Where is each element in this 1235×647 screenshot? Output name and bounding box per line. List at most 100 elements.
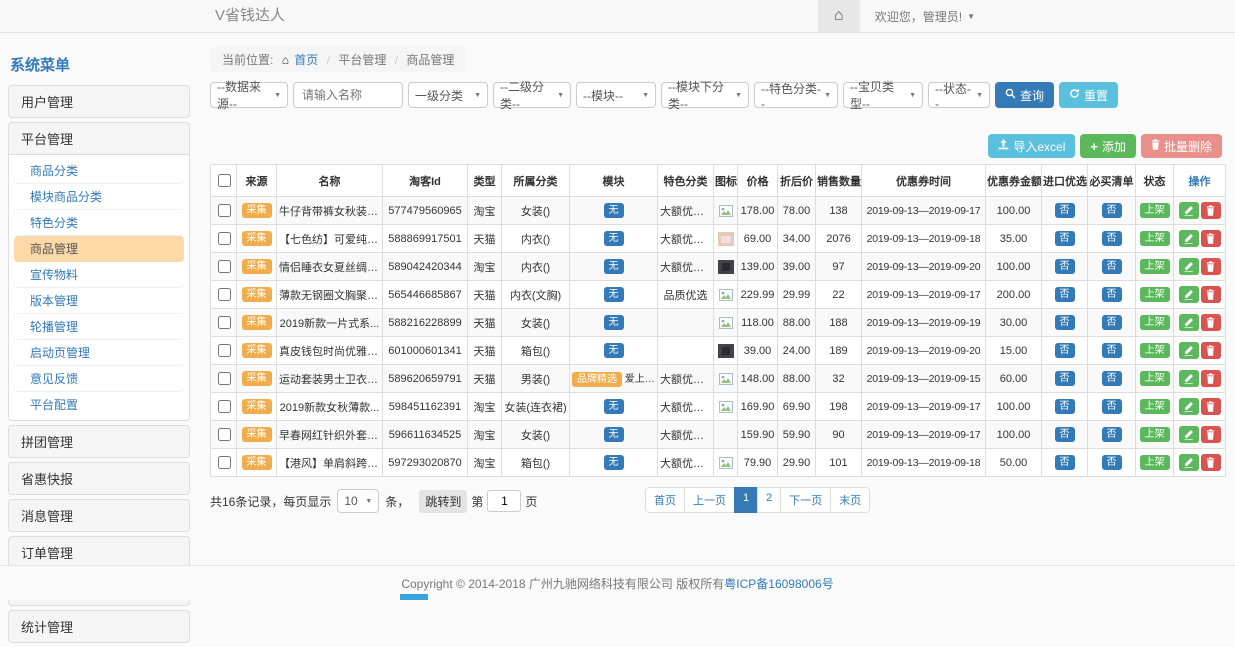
must-buy-badge[interactable]: 否 (1102, 455, 1122, 471)
reset-button[interactable]: 重置 (1059, 82, 1118, 108)
per-page-select[interactable]: 10▼ (337, 489, 379, 513)
delete-button[interactable] (1201, 398, 1221, 415)
must-buy-badge[interactable]: 否 (1102, 231, 1122, 247)
row-checkbox[interactable] (218, 428, 231, 441)
import-select-badge[interactable]: 否 (1055, 343, 1075, 359)
import-select-badge[interactable]: 否 (1055, 399, 1075, 415)
sidebar-group-stats-mgmt[interactable]: 统计管理 (8, 610, 190, 643)
row-checkbox[interactable] (218, 456, 231, 469)
sidebar-item-goods-mgmt[interactable]: 商品管理 (14, 236, 184, 262)
must-buy-badge[interactable]: 否 (1102, 399, 1122, 415)
edit-button[interactable] (1179, 286, 1199, 303)
filter-item-type-select[interactable]: --宝贝类型--▼ (843, 82, 923, 108)
pager-next[interactable]: 下一页 (780, 487, 831, 513)
status-badge[interactable]: 上架 (1140, 231, 1170, 247)
must-buy-badge[interactable]: 否 (1102, 315, 1122, 331)
sidebar-item-carousel-mgmt[interactable]: 轮播管理 (14, 314, 184, 340)
delete-button[interactable] (1201, 202, 1221, 219)
must-buy-badge[interactable]: 否 (1102, 427, 1122, 443)
sidebar-item-platform-config[interactable]: 平台配置 (14, 392, 184, 417)
row-checkbox[interactable] (218, 400, 231, 413)
must-buy-badge[interactable]: 否 (1102, 343, 1122, 359)
status-badge[interactable]: 上架 (1140, 427, 1170, 443)
import-select-badge[interactable]: 否 (1055, 455, 1075, 471)
must-buy-badge[interactable]: 否 (1102, 259, 1122, 275)
sidebar-item-module-goods-category[interactable]: 模块商品分类 (14, 184, 184, 210)
pager-page-1[interactable]: 1 (734, 487, 758, 513)
status-badge[interactable]: 上架 (1140, 343, 1170, 359)
must-buy-badge[interactable]: 否 (1102, 203, 1122, 219)
row-checkbox[interactable] (218, 232, 231, 245)
edit-button[interactable] (1179, 314, 1199, 331)
import-select-badge[interactable]: 否 (1055, 259, 1075, 275)
import-select-badge[interactable]: 否 (1055, 231, 1075, 247)
import-excel-button[interactable]: 导入excel (988, 134, 1075, 158)
row-checkbox[interactable] (218, 204, 231, 217)
must-buy-badge[interactable]: 否 (1102, 287, 1122, 303)
pager-page-2[interactable]: 2 (757, 487, 781, 513)
must-buy-badge[interactable]: 否 (1102, 371, 1122, 387)
status-badge[interactable]: 上架 (1140, 315, 1170, 331)
row-checkbox[interactable] (218, 316, 231, 329)
sidebar-group-savings-news[interactable]: 省惠快报 (8, 462, 190, 495)
delete-button[interactable] (1201, 342, 1221, 359)
import-select-badge[interactable]: 否 (1055, 427, 1075, 443)
jump-page-input[interactable] (487, 490, 521, 512)
filter-name-input[interactable] (293, 82, 403, 108)
sidebar-group-groupbuy-mgmt[interactable]: 拼团管理 (8, 425, 190, 458)
sidebar-group-user-mgmt[interactable]: 用户管理 (8, 85, 190, 118)
filter-feature-select[interactable]: --特色分类--▼ (754, 82, 838, 108)
delete-button[interactable] (1201, 230, 1221, 247)
delete-button[interactable] (1201, 286, 1221, 303)
filter-category1-select[interactable]: 一级分类▼ (408, 82, 488, 108)
jump-button[interactable]: 跳转到 (419, 490, 467, 513)
delete-button[interactable] (1201, 454, 1221, 471)
import-select-badge[interactable]: 否 (1055, 315, 1075, 331)
row-checkbox[interactable] (218, 260, 231, 273)
delete-button[interactable] (1201, 370, 1221, 387)
sidebar-item-goods-category[interactable]: 商品分类 (14, 158, 184, 184)
import-select-badge[interactable]: 否 (1055, 371, 1075, 387)
pager-prev[interactable]: 上一页 (684, 487, 735, 513)
header-home-button[interactable]: ⌂ (818, 0, 860, 32)
batch-delete-button[interactable]: 批量删除 (1141, 134, 1222, 158)
edit-button[interactable] (1179, 342, 1199, 359)
import-select-badge[interactable]: 否 (1055, 203, 1075, 219)
delete-button[interactable] (1201, 258, 1221, 275)
status-badge[interactable]: 上架 (1140, 287, 1170, 303)
edit-button[interactable] (1179, 202, 1199, 219)
edit-button[interactable] (1179, 454, 1199, 471)
breadcrumb-home-link[interactable]: 首页 (294, 53, 318, 67)
filter-data-source-select[interactable]: --数据来源--▼ (210, 82, 288, 108)
filter-status-select[interactable]: --状态--▼ (928, 82, 990, 108)
status-badge[interactable]: 上架 (1140, 399, 1170, 415)
filter-submodule-select[interactable]: --模块下分类--▼ (661, 82, 749, 108)
search-button[interactable]: 查询 (995, 82, 1054, 108)
delete-button[interactable] (1201, 426, 1221, 443)
delete-button[interactable] (1201, 314, 1221, 331)
sidebar-item-promo-materials[interactable]: 宣传物料 (14, 262, 184, 288)
pager-first[interactable]: 首页 (645, 487, 685, 513)
edit-button[interactable] (1179, 258, 1199, 275)
status-badge[interactable]: 上架 (1140, 455, 1170, 471)
sidebar-item-version-mgmt[interactable]: 版本管理 (14, 288, 184, 314)
status-badge[interactable]: 上架 (1140, 371, 1170, 387)
sidebar-item-feature-category[interactable]: 特色分类 (14, 210, 184, 236)
import-select-badge[interactable]: 否 (1055, 287, 1075, 303)
select-all-checkbox[interactable] (218, 174, 231, 187)
edit-button[interactable] (1179, 398, 1199, 415)
edit-button[interactable] (1179, 426, 1199, 443)
row-checkbox[interactable] (218, 372, 231, 385)
pager-last[interactable]: 末页 (830, 487, 870, 513)
filter-category2-select[interactable]: --二级分类--▼ (493, 82, 571, 108)
add-button[interactable]: + 添加 (1080, 134, 1136, 158)
user-menu[interactable]: 欢迎您，管理员! ▼ (860, 0, 990, 32)
row-checkbox[interactable] (218, 288, 231, 301)
sidebar-group-message-mgmt[interactable]: 消息管理 (8, 499, 190, 532)
status-badge[interactable]: 上架 (1140, 259, 1170, 275)
sidebar-group-platform-mgmt[interactable]: 平台管理 (8, 122, 190, 155)
icp-link[interactable]: 粤ICP备16098006号 (724, 575, 833, 592)
sidebar-item-feedback[interactable]: 意见反馈 (14, 366, 184, 392)
edit-button[interactable] (1179, 230, 1199, 247)
sidebar-item-splash-mgmt[interactable]: 启动页管理 (14, 340, 184, 366)
